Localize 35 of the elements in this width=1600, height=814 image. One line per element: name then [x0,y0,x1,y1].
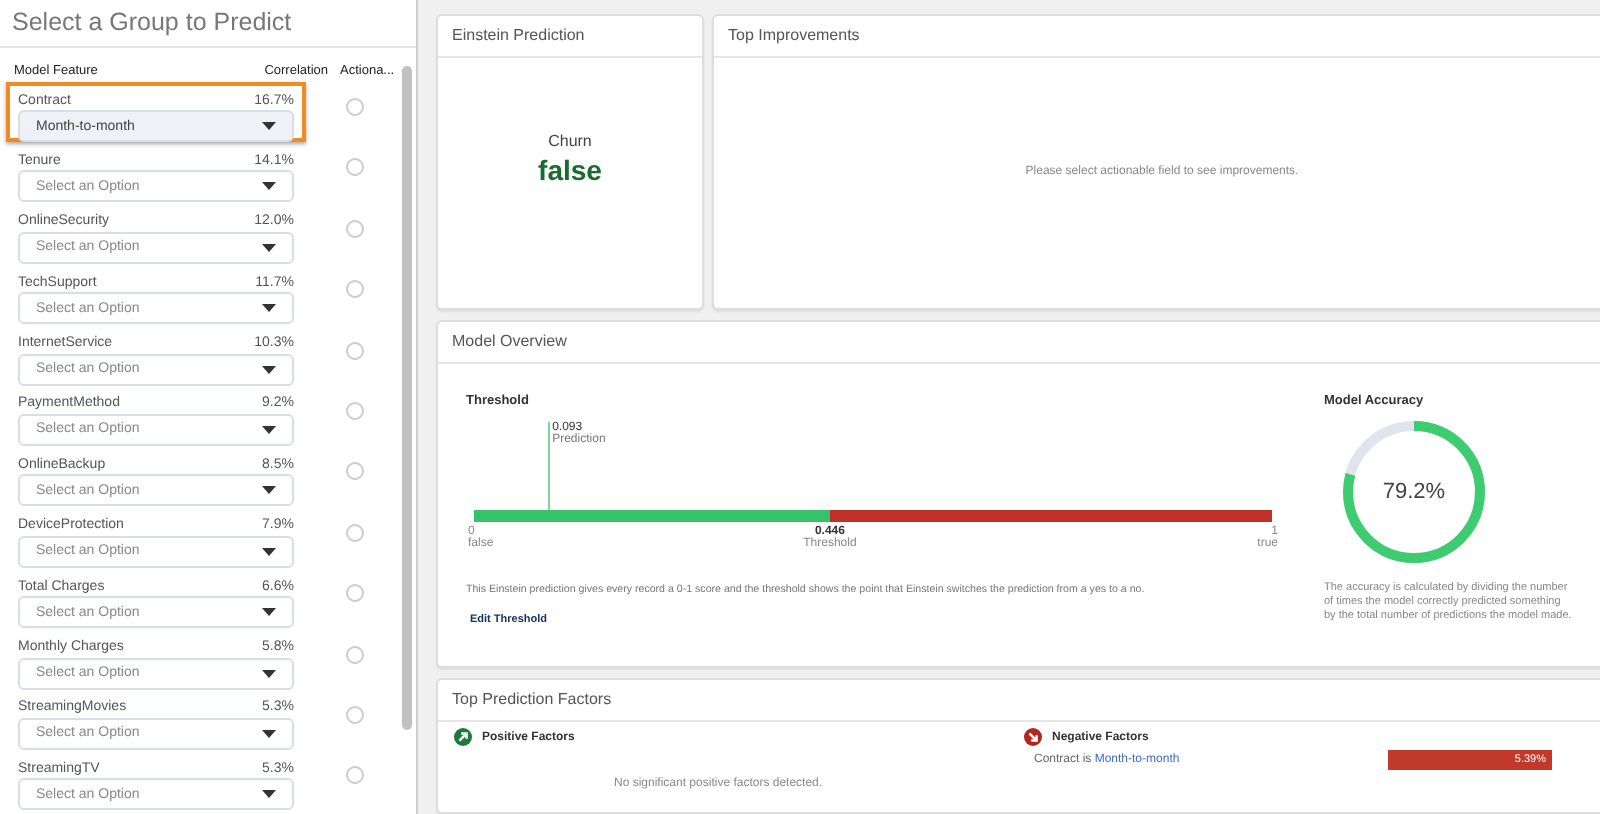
radio-button[interactable] [345,645,364,664]
radio-button[interactable] [345,705,364,724]
radio-button[interactable] [345,341,364,360]
prediction-label: Churn [548,132,592,150]
card-title: Top Prediction Factors [438,680,1600,722]
arrow-down-icon [1024,728,1042,746]
card-title: Einstein Prediction [438,16,702,58]
radio-button[interactable] [345,584,364,603]
radio-button[interactable] [345,158,364,177]
radio-button[interactable] [345,219,364,238]
caret-icon [262,486,276,495]
radio-button[interactable] [345,401,364,420]
card-title: Model Overview [438,322,1600,364]
caret-icon [262,243,276,252]
radio-button[interactable] [345,462,364,481]
radio-button[interactable] [345,98,364,116]
arrow-up-icon [454,728,472,746]
radio-button[interactable] [345,280,364,299]
caret-icon [262,608,276,617]
caret-icon [262,365,276,374]
caret-icon [262,669,276,678]
prediction-value: false [538,154,602,186]
caret-icon [262,425,276,434]
radio-button[interactable] [345,523,364,542]
card-title: Top Improvements [714,16,1600,58]
caret-icon [262,122,276,130]
caret-icon [262,729,276,738]
caret-icon [262,182,276,191]
panel-title: Select a Group to Predict [0,0,416,48]
radio-button[interactable] [345,766,364,785]
accuracy-value: 79.2% [1382,480,1446,504]
caret-icon [262,790,276,799]
scrollbar[interactable] [402,66,413,730]
caret-icon [262,547,276,556]
caret-icon [262,304,276,313]
